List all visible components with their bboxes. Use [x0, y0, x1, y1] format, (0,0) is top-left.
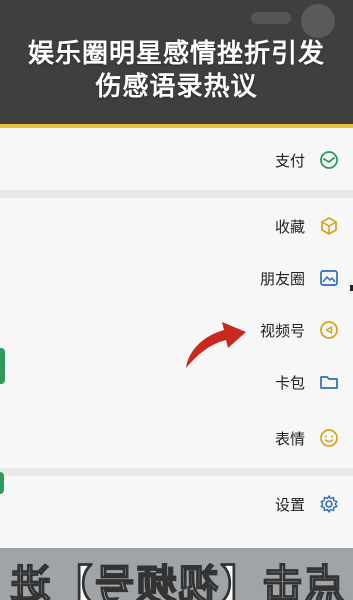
- menu-item-cards[interactable]: 卡包: [0, 354, 353, 410]
- menu-item-favorites[interactable]: 收藏: [0, 198, 353, 254]
- menu-item-label: 朋友圈: [259, 269, 305, 288]
- headline-banner: 娱乐圈明星感情挫折引发 伤感语录热议: [0, 0, 353, 128]
- favorites-cube-icon: [317, 214, 341, 238]
- menu-item-channels[interactable]: 视频号: [0, 302, 353, 358]
- menu-item-pay[interactable]: 支付: [0, 132, 353, 188]
- avatar: [301, 4, 335, 38]
- section-divider: [0, 190, 353, 198]
- me-menu-panel: 支付 收藏 朋友圈 视频号 卡包 表情 设置: [0, 128, 353, 548]
- settings-gear-icon: [317, 492, 341, 516]
- profile-name-blurred: [251, 12, 291, 24]
- menu-item-label: 收藏: [274, 217, 305, 236]
- channels-play-icon: [317, 318, 341, 342]
- bottom-caption-strip: 点击【视频号】进: [0, 548, 353, 600]
- menu-item-settings[interactable]: 设置: [0, 476, 353, 532]
- left-edge-decoration: [0, 472, 4, 494]
- sticker-smile-icon: [317, 426, 341, 450]
- menu-item-stickers[interactable]: 表情: [0, 410, 353, 466]
- payment-icon: [317, 148, 341, 172]
- menu-item-moments[interactable]: 朋友圈: [0, 250, 353, 306]
- moments-image-icon: [317, 266, 341, 290]
- menu-item-label: 表情: [274, 429, 305, 448]
- menu-item-label: 视频号: [259, 321, 305, 340]
- menu-item-label: 设置: [274, 495, 305, 514]
- headline-line-2: 伤感语录热议: [95, 72, 258, 102]
- menu-item-label: 卡包: [274, 373, 305, 392]
- headline-title: 娱乐圈明星感情挫折引发 伤感语录热议: [0, 38, 353, 104]
- section-divider: [0, 468, 353, 476]
- card-folder-icon: [317, 370, 341, 394]
- menu-item-label: 支付: [274, 151, 305, 170]
- headline-line-1: 娱乐圈明星感情挫折引发: [27, 39, 325, 69]
- bottom-caption-text: 点击【视频号】进: [8, 561, 346, 600]
- red-arrow-icon: [186, 322, 246, 368]
- left-edge-decoration: [0, 348, 5, 384]
